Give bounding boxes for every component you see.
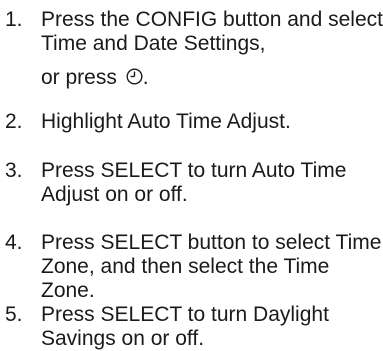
step-number: 4. (5, 231, 23, 254)
step-number: 2. (5, 110, 23, 133)
step-number: 3. (5, 159, 23, 182)
step-text: Press SELECT to turn Daylight Savings on… (41, 303, 329, 350)
step-text: Press the CONFIG button and select Time … (41, 8, 383, 55)
step-1: 1. Press the CONFIG button and select Ti… (0, 8, 383, 90)
step-text-continued: or press . (41, 66, 383, 90)
step-4: 4. Press SELECT button to select Time Zo… (0, 231, 383, 303)
step-5: 5. Press SELECT to turn Daylight Savings… (0, 303, 383, 351)
step-text: Press SELECT button to select Time Zone,… (41, 231, 382, 302)
step-text-period: . (142, 66, 149, 89)
step-2: 2. Highlight Auto Time Adjust. (0, 110, 291, 134)
step-text-or-press: or press (41, 66, 117, 89)
step-text: Highlight Auto Time Adjust. (41, 110, 291, 133)
step-number: 5. (5, 303, 23, 326)
step-text: Press SELECT to turn Auto Time Adjust on… (41, 159, 347, 206)
step-number: 1. (5, 8, 23, 31)
clock-icon (126, 68, 143, 85)
step-3: 3. Press SELECT to turn Auto Time Adjust… (0, 159, 383, 207)
